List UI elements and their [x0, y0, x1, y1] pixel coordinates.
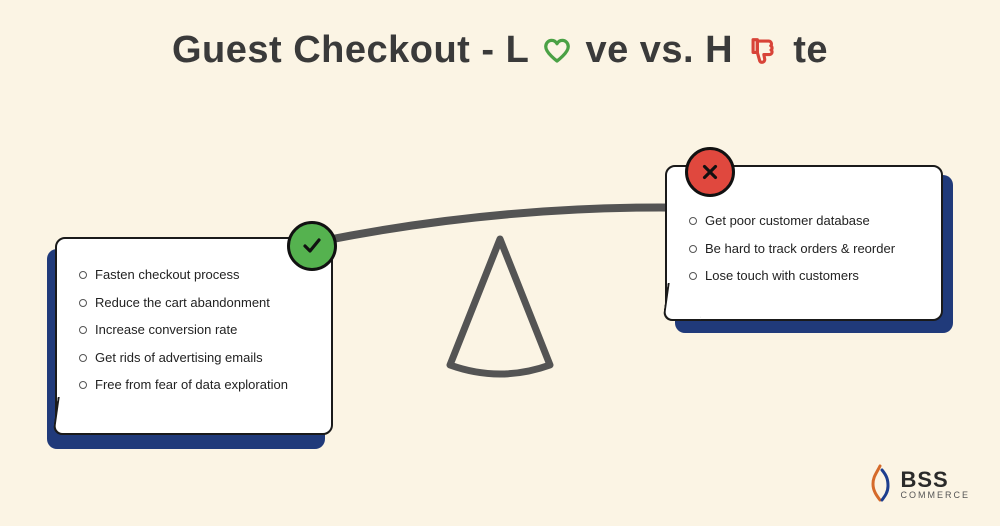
- list-item: Get rids of advertising emails: [79, 344, 309, 372]
- love-list: Fasten checkout process Reduce the cart …: [79, 261, 309, 399]
- check-icon: [300, 234, 324, 258]
- page-curl-icon: [662, 283, 705, 321]
- list-item: Reduce the cart abandonment: [79, 289, 309, 317]
- logo-main: BSS: [901, 469, 971, 491]
- cross-icon: [699, 161, 721, 183]
- list-item: Get poor customer database: [689, 207, 919, 235]
- page-title: Guest Checkout - L ve vs. H te: [0, 28, 1000, 72]
- flame-icon: [867, 464, 893, 504]
- love-card: Fasten checkout process Reduce the cart …: [55, 237, 333, 435]
- title-part-2: ve vs. H: [585, 29, 733, 72]
- logo-sub: COMMERCE: [901, 491, 971, 500]
- title-part-1: Guest Checkout - L: [172, 29, 529, 72]
- hate-card: Get poor customer database Be hard to tr…: [665, 165, 943, 321]
- cross-badge: [685, 147, 735, 197]
- brand-logo: BSS COMMERCE: [867, 464, 971, 504]
- heart-icon: [542, 36, 572, 66]
- list-item: Increase conversion rate: [79, 316, 309, 344]
- page-curl-icon: [52, 397, 95, 435]
- list-item: Free from fear of data exploration: [79, 371, 309, 399]
- thumbs-down-icon: [746, 34, 780, 68]
- list-item: Be hard to track orders & reorder: [689, 235, 919, 263]
- list-item: Fasten checkout process: [79, 261, 309, 289]
- hate-list: Get poor customer database Be hard to tr…: [689, 207, 919, 290]
- list-item: Lose touch with customers: [689, 262, 919, 290]
- title-part-3: te: [793, 29, 828, 72]
